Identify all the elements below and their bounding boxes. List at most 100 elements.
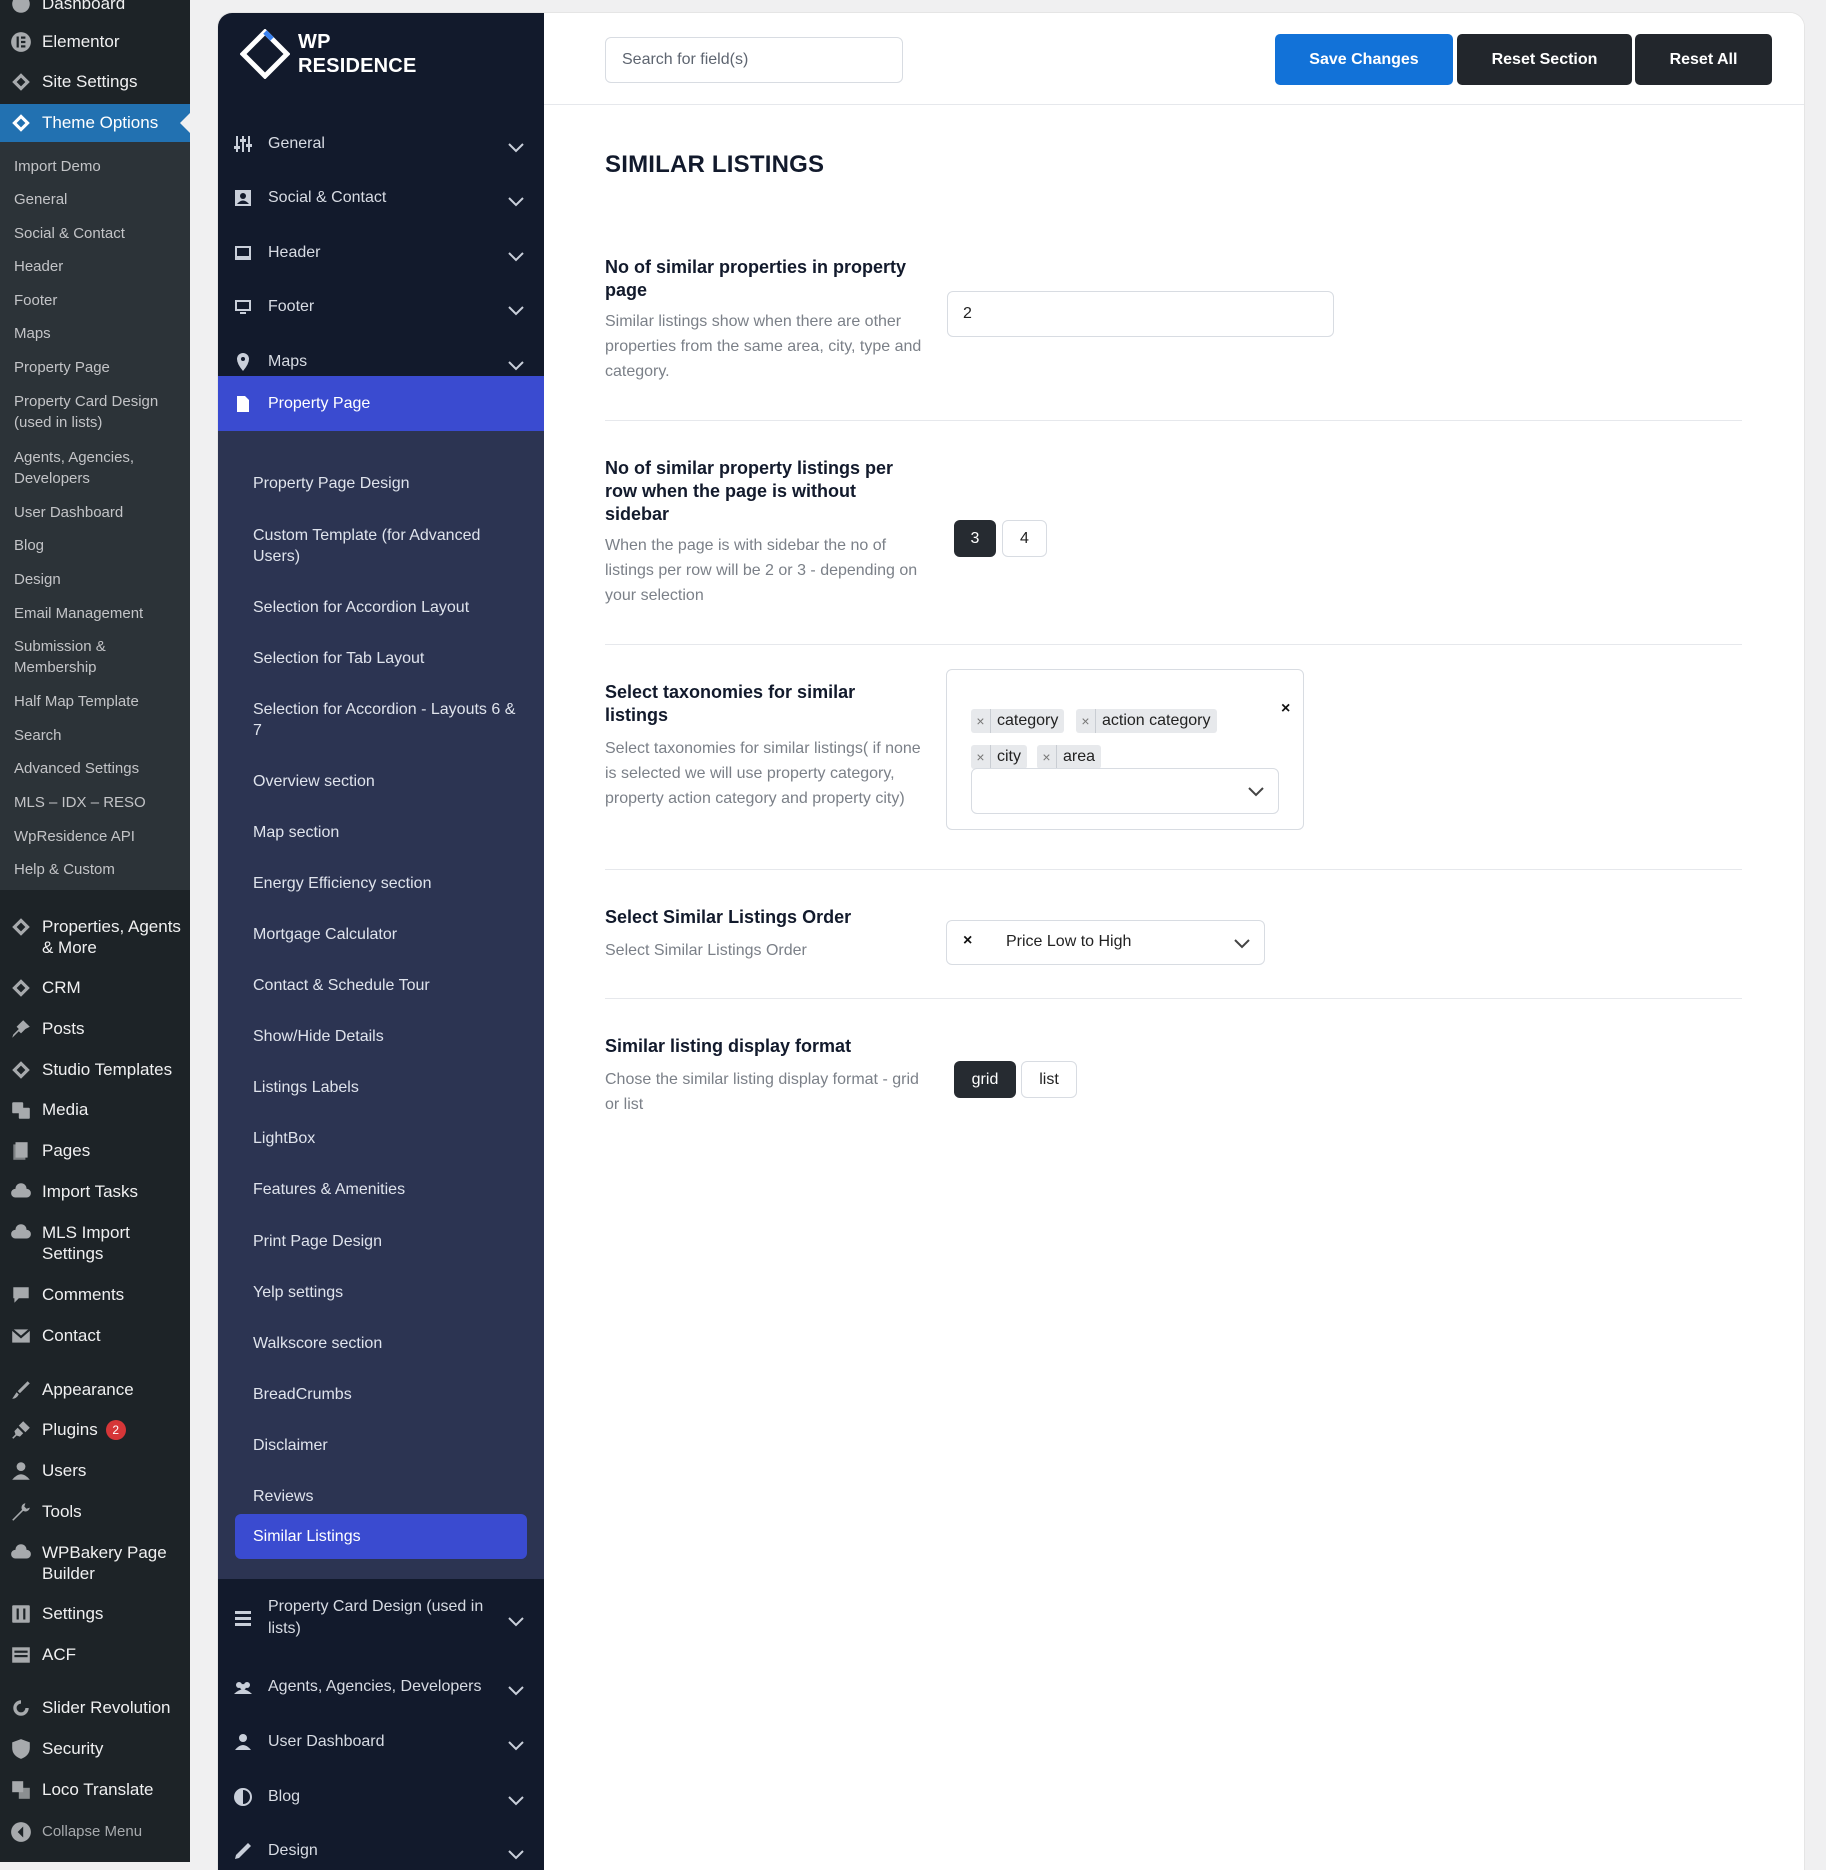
subnav-item[interactable]: Property Page Design <box>253 473 523 494</box>
wp-menu-settings[interactable]: Settings <box>0 1603 190 1625</box>
nav-property-card[interactable]: Property Card Design (used in lists) <box>218 1593 544 1643</box>
wp-menu-wpbakery[interactable]: WPBakery Page Builder <box>0 1542 190 1584</box>
clear-all-icon[interactable]: × <box>1281 700 1290 718</box>
wp-menu-security[interactable]: Security <box>0 1738 190 1760</box>
nav-property-page[interactable]: Property Page <box>218 376 544 431</box>
nav-footer[interactable]: Footer <box>218 282 544 332</box>
wp-sub-item[interactable]: User Dashboard <box>14 502 186 523</box>
wp-sub-item[interactable]: Half Map Template <box>14 691 186 712</box>
subnav-item[interactable]: Mortgage Calculator <box>253 924 523 945</box>
subnav-item[interactable]: LightBox <box>253 1128 523 1149</box>
subnav-item[interactable]: Disclaimer <box>253 1435 523 1456</box>
subnav-item[interactable]: Selection for Accordion - Layouts 6 & 7 <box>253 699 523 741</box>
wp-menu-site-settings[interactable]: Site Settings <box>0 71 190 93</box>
wp-sub-item[interactable]: Design <box>14 569 186 590</box>
subnav-item[interactable]: Show/Hide Details <box>253 1026 523 1047</box>
taxonomies-multiselect[interactable]: × category × action category × city × ar… <box>946 669 1304 830</box>
tag-remove-icon[interactable]: × <box>1037 745 1057 769</box>
nav-general[interactable]: General <box>218 119 544 169</box>
subnav-item[interactable]: Selection for Tab Layout <box>253 648 523 669</box>
wp-sub-item[interactable]: Header <box>14 256 186 277</box>
wp-sub-item[interactable]: MLS – IDX – RESO <box>14 792 186 813</box>
subnav-item[interactable]: Overview section <box>253 771 523 792</box>
wp-menu-plugins[interactable]: Plugins 2 <box>0 1419 190 1441</box>
subnav-item[interactable]: Energy Efficiency section <box>253 873 523 894</box>
logo-line-1: WP <box>298 31 331 53</box>
wp-menu-properties[interactable]: Properties, Agents & More <box>0 916 190 958</box>
wp-menu-acf[interactable]: ACF <box>0 1644 190 1666</box>
wp-menu-comments[interactable]: Comments <box>0 1284 190 1306</box>
wp-menu-pages[interactable]: Pages <box>0 1140 190 1162</box>
nav-design[interactable]: Design <box>218 1826 544 1870</box>
wp-sub-item[interactable]: Agents, Agencies, Developers <box>14 447 186 489</box>
wp-sub-item[interactable]: Blog <box>14 535 186 556</box>
nav-user-dashboard[interactable]: User Dashboard <box>218 1717 544 1767</box>
wp-menu-posts[interactable]: Posts <box>0 1018 190 1040</box>
options-main: Save Changes Reset Section Reset All SIM… <box>544 13 1804 1870</box>
sliders-icon <box>218 134 268 154</box>
per-row-option-3[interactable]: 3 <box>954 520 996 557</box>
nav-social-contact[interactable]: Social & Contact <box>218 173 544 223</box>
subnav-item-similar-listings[interactable]: Similar Listings <box>235 1514 527 1559</box>
wp-menu-import-tasks[interactable]: Import Tasks <box>0 1181 190 1203</box>
display-format-grid[interactable]: grid <box>954 1061 1016 1098</box>
wp-sub-item[interactable]: Property Card Design (used in lists) <box>14 391 186 433</box>
taxonomies-dropdown[interactable] <box>971 768 1279 814</box>
subnav-item[interactable]: Contact & Schedule Tour <box>253 975 523 996</box>
per-row-option-4[interactable]: 4 <box>1002 520 1047 557</box>
subnav-item[interactable]: Listings Labels <box>253 1077 523 1098</box>
wp-sub-item[interactable]: Advanced Settings <box>14 758 186 779</box>
wp-sub-item[interactable]: Property Page <box>14 357 186 378</box>
subnav-item[interactable]: BreadCrumbs <box>253 1384 523 1405</box>
wp-menu-users[interactable]: Users <box>0 1460 190 1482</box>
wp-menu-studio-templates[interactable]: Studio Templates <box>0 1059 190 1081</box>
save-changes-button[interactable]: Save Changes <box>1275 34 1453 85</box>
wp-sub-item[interactable]: Email Management <box>14 603 186 624</box>
wp-menu-theme-options[interactable]: Theme Options <box>0 112 190 134</box>
grid-icon <box>0 1644 42 1666</box>
subnav-item[interactable]: Map section <box>253 822 523 843</box>
tag-remove-icon[interactable]: × <box>1076 709 1096 733</box>
tag-action-category: × action category <box>1076 709 1217 733</box>
wp-sub-item[interactable]: Search <box>14 725 186 746</box>
wp-menu-dashboard[interactable]: Dashboard <box>0 0 190 15</box>
nav-agents[interactable]: Agents, Agencies, Developers <box>218 1662 544 1712</box>
wp-sub-item[interactable]: Footer <box>14 290 186 311</box>
subnav-item[interactable]: Print Page Design <box>253 1231 523 1252</box>
wp-menu-tools[interactable]: Tools <box>0 1501 190 1523</box>
subnav-item[interactable]: Walkscore section <box>253 1333 523 1354</box>
subnav-item[interactable]: Custom Template (for Advanced Users) <box>253 525 523 567</box>
chevron-down-icon <box>508 1736 524 1751</box>
wp-menu-media[interactable]: Media <box>0 1099 190 1121</box>
clear-icon[interactable]: × <box>963 932 972 950</box>
wp-menu-contact[interactable]: Contact <box>0 1325 190 1347</box>
nav-blog[interactable]: Blog <box>218 1772 544 1822</box>
wp-menu-crm[interactable]: CRM <box>0 977 190 999</box>
wp-menu-mls-import[interactable]: MLS Import Settings <box>0 1222 190 1264</box>
subnav-item[interactable]: Yelp settings <box>253 1282 523 1303</box>
tag-remove-icon[interactable]: × <box>971 745 991 769</box>
wp-sub-item[interactable]: WpResidence API <box>14 826 186 847</box>
subnav-item[interactable]: Selection for Accordion Layout <box>253 597 523 618</box>
wp-sub-item[interactable]: Submission & Membership <box>14 636 186 678</box>
reset-all-button[interactable]: Reset All <box>1635 34 1772 85</box>
subnav-item[interactable]: Features & Amenities <box>253 1179 523 1200</box>
subnav-item[interactable]: Reviews <box>253 1486 523 1507</box>
wp-menu-slider-revolution[interactable]: Slider Revolution <box>0 1697 190 1719</box>
similar-count-input[interactable] <box>947 291 1334 337</box>
wp-sub-item[interactable]: Import Demo <box>14 156 186 177</box>
order-select[interactable]: × Price Low to High <box>946 920 1265 965</box>
wp-sub-item[interactable]: Help & Custom <box>14 859 186 880</box>
wp-sub-item[interactable]: Social & Contact <box>14 223 186 244</box>
wp-menu-appearance[interactable]: Appearance <box>0 1379 190 1401</box>
tag-remove-icon[interactable]: × <box>971 709 991 733</box>
search-fields-input[interactable] <box>605 37 903 83</box>
nav-header[interactable]: Header <box>218 228 544 278</box>
wp-collapse-menu[interactable]: Collapse Menu <box>0 1821 190 1843</box>
display-format-list[interactable]: list <box>1021 1061 1077 1098</box>
wp-menu-elementor[interactable]: Elementor <box>0 31 190 53</box>
wp-sub-item[interactable]: General <box>14 189 186 210</box>
wp-menu-loco-translate[interactable]: Loco Translate <box>0 1779 190 1801</box>
wp-sub-item[interactable]: Maps <box>14 323 186 344</box>
reset-section-button[interactable]: Reset Section <box>1457 34 1632 85</box>
